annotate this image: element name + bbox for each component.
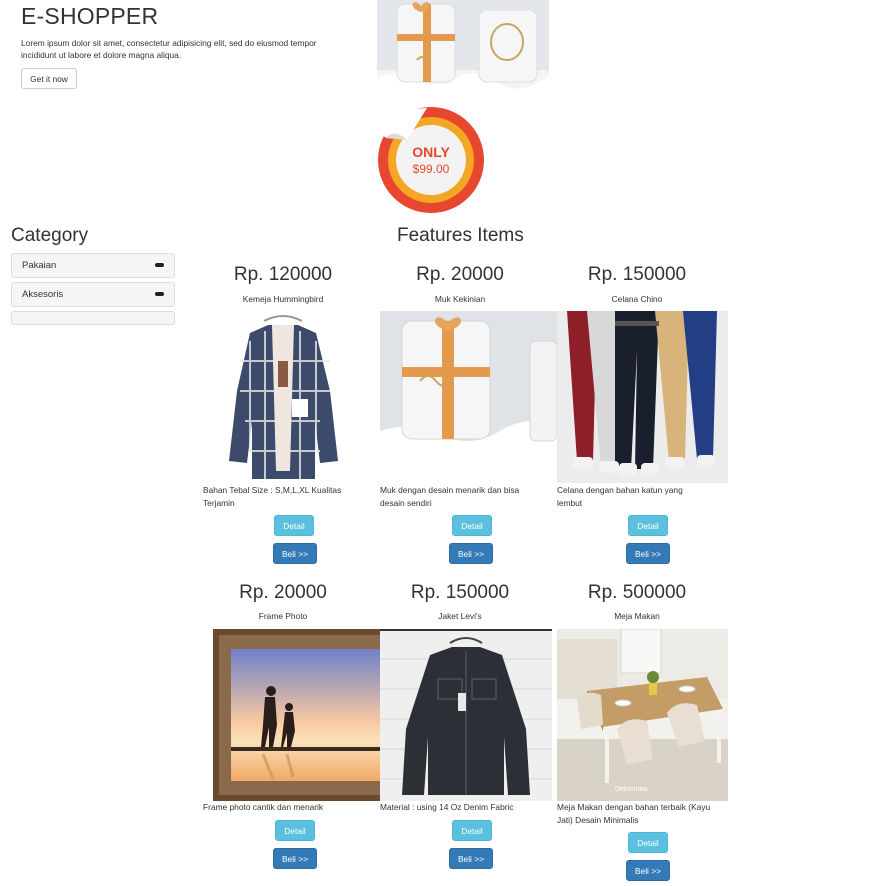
detail-button[interactable]: Detail [452, 820, 492, 841]
product-price: Rp. 120000 [233, 264, 333, 285]
category-item-pakaian[interactable]: Pakaian [11, 253, 175, 278]
buy-button[interactable]: Beli >> [626, 860, 670, 881]
buy-button[interactable]: Beli >> [449, 848, 493, 869]
badge-price-text: $99.00 [413, 162, 450, 176]
product-description: Muk dengan desain menarik dan bisa desai… [380, 485, 520, 508]
hero-image [377, 0, 549, 106]
buy-button[interactable]: Beli >> [626, 543, 670, 564]
product-name: Frame Photo [258, 611, 308, 621]
product-image-denim-jacket[interactable] [380, 629, 552, 801]
product-price: Rp. 20000 [416, 264, 504, 285]
product-name: Jaket Levi's [438, 611, 482, 621]
product-name: Meja Makan [614, 611, 660, 621]
product-image-plaid-shirt[interactable] [220, 311, 347, 483]
price-badge: ONLY $99.00 [377, 106, 485, 214]
hero-text: Lorem ipsum dolor sit amet, consectetur … [21, 38, 317, 60]
category-title: Category [11, 225, 89, 246]
detail-button[interactable]: Detail [628, 832, 668, 853]
product-price: Rp. 500000 [587, 582, 687, 603]
product-description: Bahan Tebal Size : S,M,L,XL Kualitas Ter… [203, 485, 342, 508]
product-image-dining-table[interactable]: Dekoruma [557, 629, 728, 801]
product-name: Muk Kekinian [434, 294, 486, 304]
collapse-icon [155, 292, 164, 296]
product-description: Frame photo cantik dan menarik [203, 802, 324, 812]
badge-only-text: ONLY [412, 144, 450, 160]
features-title: Features Items [397, 225, 524, 246]
product-image-mugs[interactable] [380, 311, 557, 483]
category-item-empty[interactable] [11, 311, 175, 325]
image-watermark: Dekoruma [615, 786, 648, 793]
category-item-aksesoris[interactable]: Aksesoris [11, 282, 175, 307]
product-description: Celana dengan bahan katun yang lembut [557, 485, 683, 508]
category-item-label: Aksesoris [22, 289, 64, 300]
detail-button[interactable]: Detail [452, 515, 492, 536]
product-description: Material : using 14 Oz Denim Fabric [380, 802, 514, 812]
collapse-icon [155, 263, 164, 267]
buy-button[interactable]: Beli >> [273, 848, 317, 869]
product-name: Kemeja Hummingbird [242, 294, 324, 304]
category-item-label: Pakaian [22, 260, 57, 271]
product-price: Rp. 150000 [410, 582, 510, 603]
get-it-now-button[interactable]: Get it now [21, 68, 77, 89]
detail-button[interactable]: Detail [274, 515, 314, 536]
product-image-chino-pants[interactable] [557, 311, 728, 483]
detail-button[interactable]: Detail [275, 820, 315, 841]
buy-button[interactable]: Beli >> [273, 543, 317, 564]
product-price: Rp. 20000 [239, 582, 327, 603]
product-description: Meja Makan dengan bahan terbaik (Kayu Ja… [557, 802, 711, 825]
product-price: Rp. 150000 [587, 264, 687, 285]
product-name: Celana Chino [611, 294, 663, 304]
detail-button[interactable]: Detail [628, 515, 668, 536]
hero-brand: E-SHOPPER [21, 3, 159, 29]
buy-button[interactable]: Beli >> [449, 543, 493, 564]
product-image-photo-frame[interactable] [213, 629, 380, 801]
